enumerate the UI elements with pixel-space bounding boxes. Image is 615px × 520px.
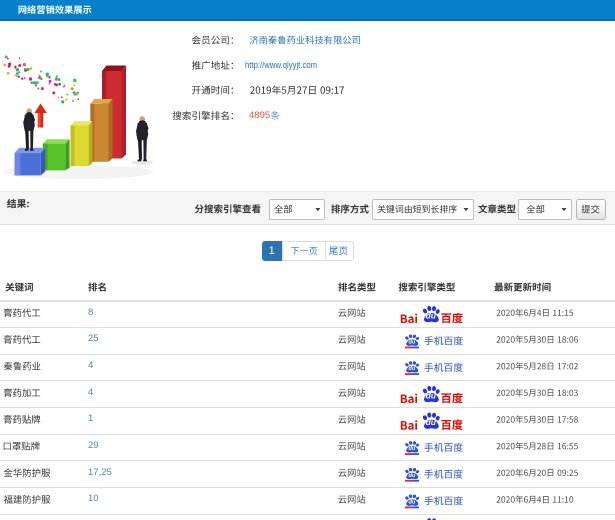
svg-text:du: du [409,366,416,372]
svg-text:du: du [409,473,416,479]
svg-text:du: du [426,417,437,427]
svg-text:du: du [426,311,437,321]
svg-text:du: du [409,340,416,346]
svg-text:du: du [426,390,437,400]
svg-text:du: du [409,500,416,506]
svg-text:du: du [409,446,416,452]
